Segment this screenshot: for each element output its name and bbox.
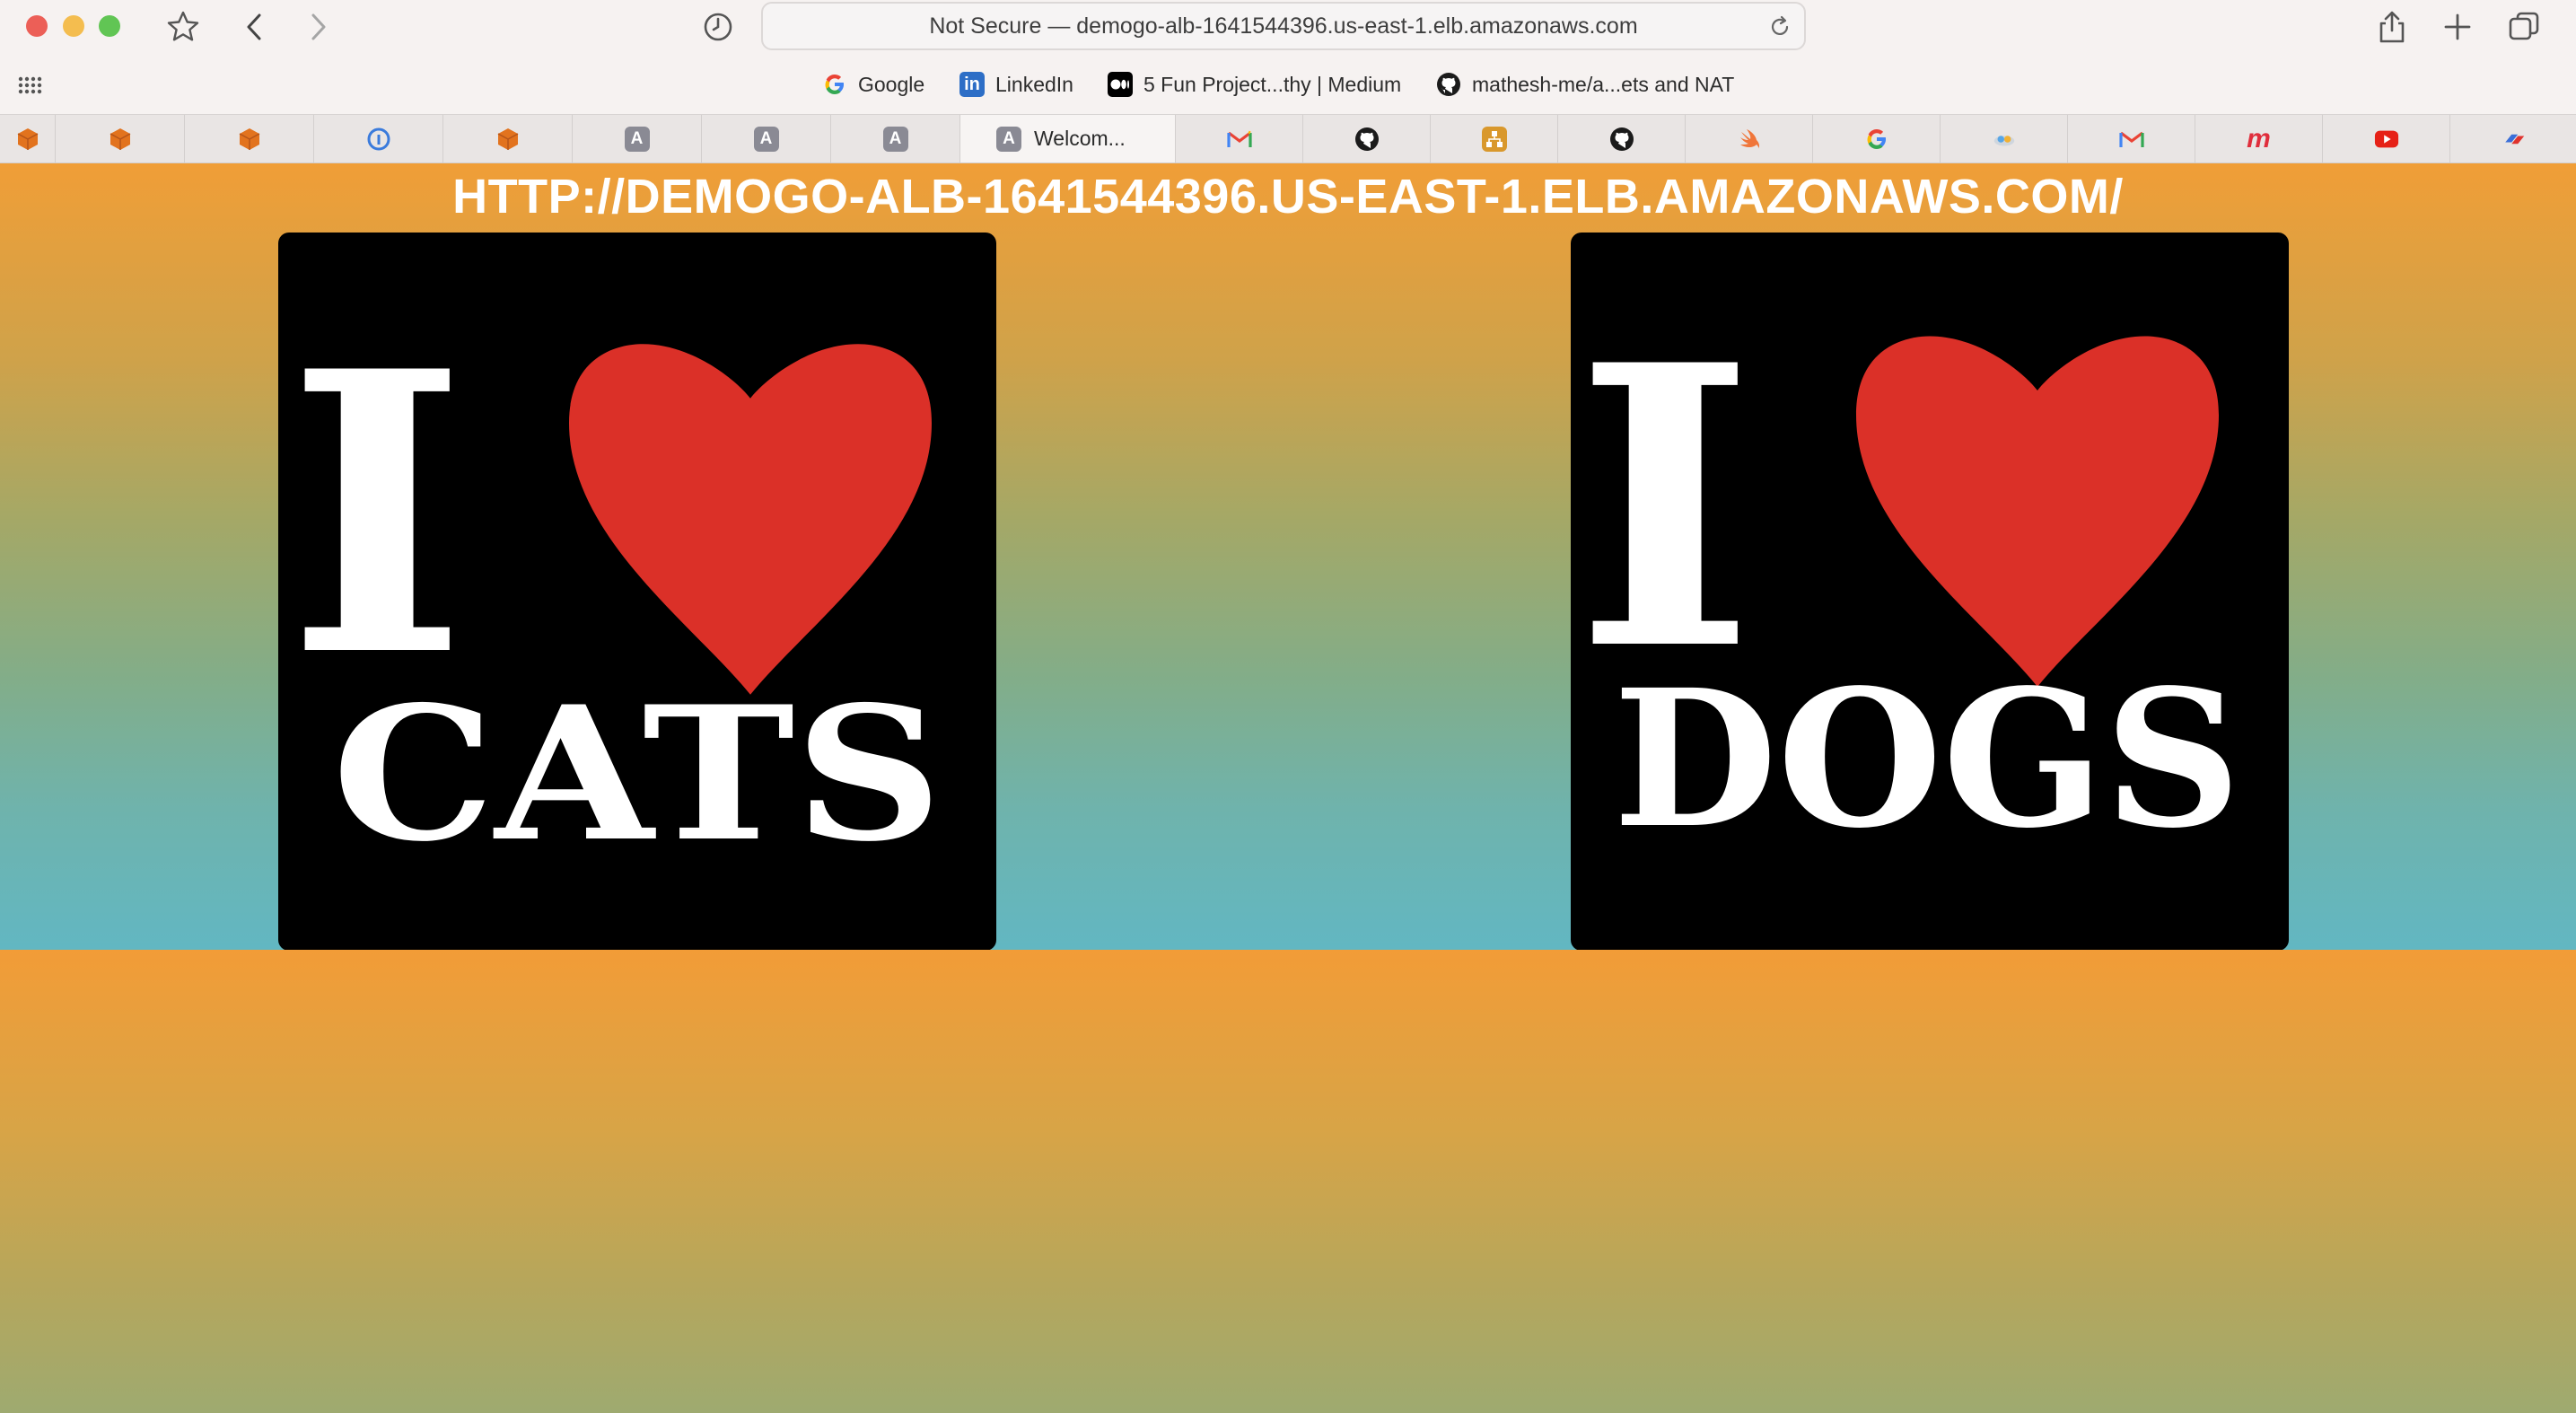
- m-logo-icon: m: [2247, 123, 2271, 154]
- bookmark-star-icon[interactable]: [162, 5, 205, 48]
- tab-m-logo[interactable]: m: [2195, 115, 2323, 162]
- tab-stripe[interactable]: [2450, 115, 2576, 162]
- a-letter-icon: A: [882, 126, 908, 152]
- tab-info[interactable]: [314, 115, 443, 162]
- tab-aws-4[interactable]: [443, 115, 573, 162]
- bookmark-label: mathesh-me/a...ets and NAT: [1472, 72, 1735, 96]
- address-text: Not Secure — demogo-alb-1641544396.us-ea…: [929, 13, 1638, 39]
- gmail-icon: [2118, 127, 2144, 152]
- tab-a-1[interactable]: A: [573, 115, 702, 162]
- new-tab-icon[interactable]: [2436, 5, 2479, 48]
- page-heading: HTTP://DEMOGO-ALB-1641544396.US-EAST-1.E…: [452, 170, 2124, 224]
- tab-a-2[interactable]: A: [702, 115, 831, 162]
- apps-grid-icon[interactable]: [16, 70, 43, 99]
- tab-swift[interactable]: [1686, 115, 1813, 162]
- hero-section: HTTP://DEMOGO-ALB-1641544396.US-EAST-1.E…: [0, 163, 2576, 951]
- maximize-window-button[interactable]: [99, 15, 120, 37]
- address-bar[interactable]: Not Secure — demogo-alb-1641544396.us-ea…: [761, 2, 1806, 50]
- tab-github-1[interactable]: [1303, 115, 1431, 162]
- aws-cube-icon: [108, 127, 133, 152]
- bookmark-label: LinkedIn: [995, 72, 1073, 96]
- forward-button[interactable]: [296, 5, 339, 48]
- cats-image: I CATS: [278, 233, 996, 951]
- tab-a-3[interactable]: A: [831, 115, 960, 162]
- tab-aws-2[interactable]: [56, 115, 185, 162]
- dogs-word: DOGS: [1613, 648, 2241, 870]
- tab-aws-3[interactable]: [185, 115, 314, 162]
- tab-active[interactable]: A Welcom...: [960, 115, 1176, 162]
- tab-gmail-1[interactable]: [1176, 115, 1303, 162]
- tab-aws-1[interactable]: [0, 115, 56, 162]
- bookmark-linkedin[interactable]: in LinkedIn: [959, 70, 1073, 99]
- youtube-icon: [2374, 127, 2399, 152]
- heart-icon: [1856, 336, 2219, 687]
- tab-gmail-2[interactable]: [2068, 115, 2195, 162]
- tab-youtube[interactable]: [2323, 115, 2450, 162]
- bookmark-label: Google: [858, 72, 925, 96]
- github-icon: [1436, 72, 1461, 97]
- bookmark-github[interactable]: mathesh-me/a...ets and NAT: [1436, 70, 1734, 99]
- page-background: [0, 950, 2576, 1413]
- aws-cube-icon: [15, 127, 40, 152]
- tab-bar: A A A A Welcom... m: [0, 114, 2576, 163]
- cats-word: CATS: [332, 667, 942, 882]
- heart-icon: [569, 344, 932, 695]
- web-page: HTTP://DEMOGO-ALB-1641544396.US-EAST-1.E…: [0, 163, 2576, 1413]
- browser-toolbar: Not Secure — demogo-alb-1641544396.us-ea…: [0, 0, 2576, 56]
- a-letter-icon: A: [996, 126, 1021, 152]
- gmail-icon: [1226, 127, 1252, 152]
- reload-icon[interactable]: [1768, 15, 1792, 45]
- swift-icon: [1737, 127, 1762, 152]
- bookmark-label: 5 Fun Project...thy | Medium: [1143, 72, 1402, 96]
- aws-cube-icon: [237, 127, 262, 152]
- history-clock-icon[interactable]: [697, 5, 740, 48]
- bookmarks-bar: Google in LinkedIn 5 Fun Project...thy |…: [0, 56, 2576, 114]
- tab-github-2[interactable]: [1558, 115, 1686, 162]
- github-icon: [1354, 127, 1380, 152]
- back-button[interactable]: [233, 5, 276, 48]
- linkedin-icon: in: [959, 72, 985, 97]
- a-letter-icon: A: [624, 126, 650, 152]
- tab-title: Welcom...: [1034, 127, 1126, 150]
- medium-icon: [1108, 72, 1133, 97]
- share-icon[interactable]: [2370, 5, 2414, 48]
- info-icon: [366, 127, 391, 152]
- tab-cloud[interactable]: [1941, 115, 2068, 162]
- tab-workflow[interactable]: [1431, 115, 1558, 162]
- dogs-image: I DOGS: [1571, 233, 2289, 951]
- stripe-icon: [2501, 127, 2526, 152]
- minimize-window-button[interactable]: [63, 15, 84, 37]
- tab-overview-icon[interactable]: [2502, 5, 2545, 48]
- close-window-button[interactable]: [26, 15, 48, 37]
- google-icon: [822, 72, 847, 97]
- bookmark-medium[interactable]: 5 Fun Project...thy | Medium: [1108, 70, 1401, 99]
- workflow-icon: [1481, 126, 1507, 152]
- github-icon: [1609, 127, 1634, 152]
- a-letter-icon: A: [753, 126, 779, 152]
- cloud-icon: [1992, 127, 2017, 152]
- tab-google[interactable]: [1813, 115, 1941, 162]
- google-icon: [1864, 127, 1889, 152]
- bookmark-google[interactable]: Google: [822, 70, 924, 99]
- aws-cube-icon: [495, 127, 521, 152]
